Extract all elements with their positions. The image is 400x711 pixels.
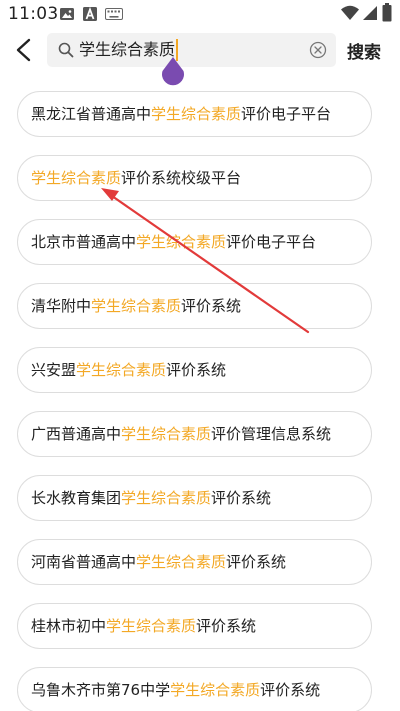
list-item-prefix: 河南省普通高中 (31, 553, 137, 571)
list-item-suffix: 评价电子平台 (226, 233, 317, 251)
search-box[interactable]: 学生综合素质 (47, 33, 336, 67)
list-item-suffix: 评价系统 (211, 489, 272, 507)
list-item-highlight: 学生综合素质 (136, 553, 227, 571)
list-item-suffix: 评价电子平台 (241, 105, 332, 123)
list-item-highlight: 学生综合素质 (170, 681, 261, 699)
list-item-highlight: 学生综合素质 (91, 297, 182, 315)
list-item-prefix: 兴安盟 (31, 361, 77, 379)
search-page: 11:03 学生综合素质 搜索 黑龙江省普通高中学生综合素质评价电子平台 学生综… (0, 0, 400, 711)
text-cursor-handle[interactable] (160, 55, 186, 91)
list-item[interactable]: 黑龙江省普通高中学生综合素质评价电子平台 (17, 91, 372, 137)
list-item-highlight: 学生综合素质 (31, 169, 122, 187)
suggestion-list: 黑龙江省普通高中学生综合素质评价电子平台 学生综合素质评价系统校级平台 北京市普通高… (17, 91, 373, 711)
list-item-suffix: 评价系统校级平台 (121, 169, 242, 187)
list-item-suffix: 评价系统 (166, 361, 227, 379)
list-item-highlight: 学生综合素质 (151, 105, 242, 123)
status-bar: 11:03 (0, 0, 400, 28)
list-item[interactable]: 长水教育集团学生综合素质评价系统 (17, 475, 372, 521)
list-item-prefix: 黑龙江省普通高中 (31, 105, 152, 123)
list-item[interactable]: 河南省普通高中学生综合素质评价系统 (17, 539, 372, 585)
list-item-prefix: 清华附中 (31, 297, 92, 315)
keyboard-icon (105, 8, 123, 20)
list-item[interactable]: 清华附中学生综合素质评价系统 (17, 283, 372, 329)
list-item-highlight: 学生综合素质 (76, 361, 167, 379)
back-button[interactable] (10, 34, 38, 66)
list-item-prefix: 乌鲁木齐市第76中学 (31, 681, 171, 699)
font-app-icon (83, 6, 97, 21)
battery-icon (382, 3, 392, 22)
search-icon (58, 42, 74, 58)
list-item-suffix: 评价系统 (181, 297, 242, 315)
list-item-suffix: 评价系统 (260, 681, 321, 699)
gallery-icon (60, 8, 74, 20)
signal-icon (363, 6, 377, 20)
list-item-highlight: 学生综合素质 (121, 425, 212, 443)
list-item[interactable]: 乌鲁木齐市第76中学学生综合素质评价系统 (17, 667, 372, 711)
list-item-prefix: 广西普通高中 (31, 425, 122, 443)
list-item-highlight: 学生综合素质 (121, 489, 212, 507)
search-button[interactable]: 搜索 (347, 38, 381, 63)
list-item-prefix: 长水教育集团 (31, 489, 122, 507)
list-item[interactable]: 学生综合素质评价系统校级平台 (17, 155, 372, 201)
list-item[interactable]: 广西普通高中学生综合素质评价管理信息系统 (17, 411, 372, 457)
wifi-icon (341, 5, 359, 20)
list-item-prefix: 桂林市初中 (31, 617, 107, 635)
list-item-suffix: 评价系统 (226, 553, 287, 571)
list-item-prefix: 北京市普通高中 (31, 233, 137, 251)
chevron-left-icon (16, 38, 31, 62)
clear-circle-icon[interactable] (309, 41, 327, 59)
list-item[interactable]: 兴安盟学生综合素质评价系统 (17, 347, 372, 393)
list-item[interactable]: 北京市普通高中学生综合素质评价电子平台 (17, 219, 372, 265)
list-item-highlight: 学生综合素质 (106, 617, 197, 635)
list-item-highlight: 学生综合素质 (136, 233, 227, 251)
list-item-suffix: 评价系统 (196, 617, 257, 635)
list-item-suffix: 评价管理信息系统 (211, 425, 332, 443)
status-time: 11:03 (8, 4, 59, 24)
list-item[interactable]: 桂林市初中学生综合素质评价系统 (17, 603, 372, 649)
